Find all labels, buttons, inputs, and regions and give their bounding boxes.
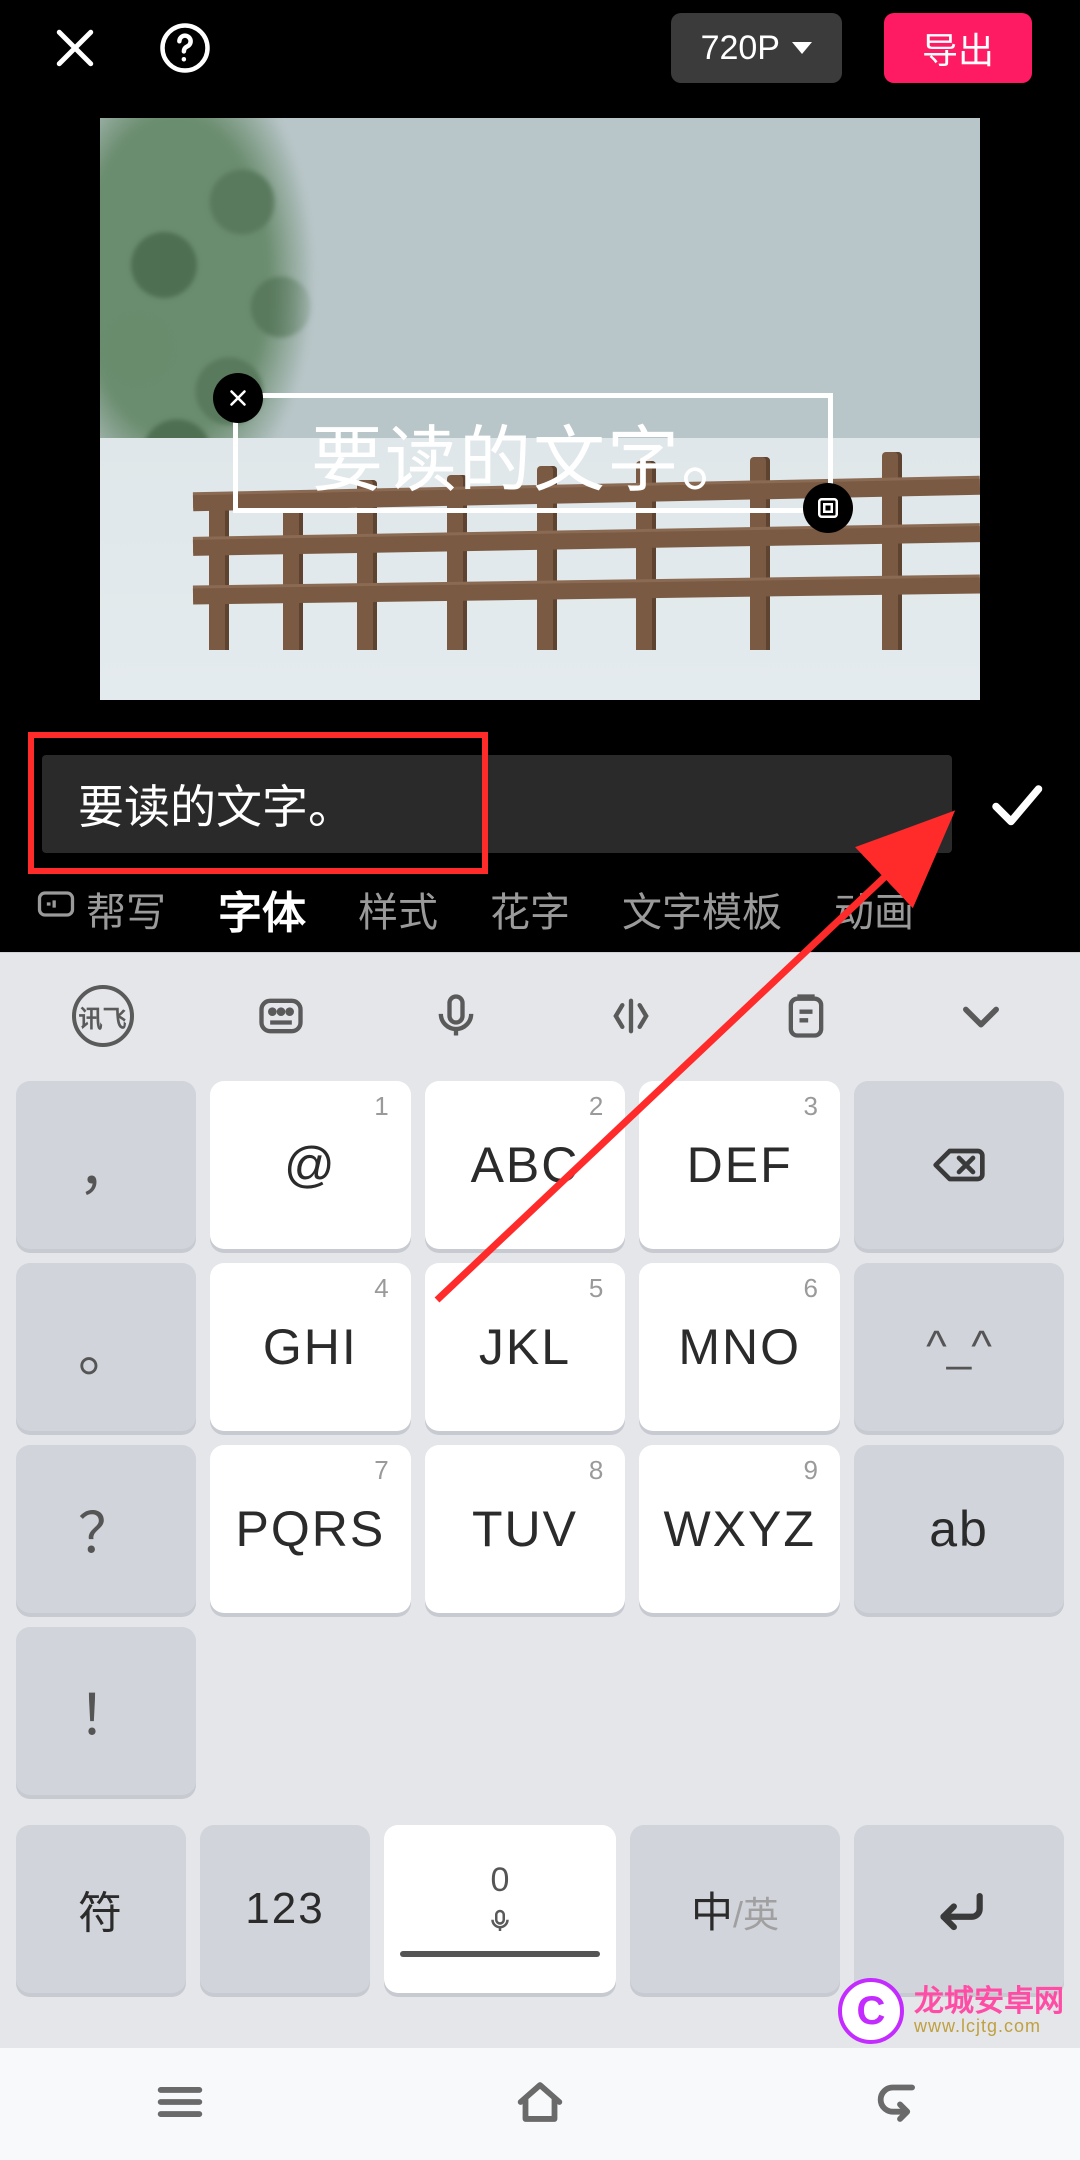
keyboard-collapse-icon[interactable] (953, 988, 1009, 1044)
microphone-icon[interactable] (428, 988, 484, 1044)
export-label: 导出 (922, 22, 994, 74)
key-enter[interactable] (854, 1825, 1064, 1993)
key-question[interactable]: ？ (16, 1445, 196, 1613)
key-numbers[interactable]: 123 (200, 1825, 370, 1993)
text-tabs: 帮写 字体 样式 花字 文字模板 动画 (0, 866, 1080, 952)
tab-label: 文字模板 (622, 880, 782, 938)
key-6-mno[interactable]: 6MNO (639, 1263, 840, 1431)
close-icon[interactable] (48, 21, 102, 75)
video-canvas[interactable]: 要读的文字。 (100, 118, 980, 700)
key-emoticon[interactable]: ^_^ (854, 1263, 1064, 1431)
watermark-line1: 龙城安卓网 (914, 1987, 1064, 2017)
key-ab-mode[interactable]: ab (854, 1445, 1064, 1613)
tab-label: 花字 (490, 880, 570, 938)
tab-label: 帮写 (86, 880, 166, 938)
tab-label: 样式 (358, 880, 438, 938)
text-input-row (0, 742, 1080, 866)
canvas-area: 要读的文字。 (0, 96, 1080, 700)
nav-recent-icon[interactable] (151, 2073, 209, 2136)
key-backspace[interactable] (854, 1081, 1064, 1249)
chevron-down-icon (792, 42, 812, 54)
keyboard-toolbar: 讯飞 (0, 961, 1080, 1071)
key-period[interactable]: 。 (16, 1263, 196, 1431)
key-language[interactable]: 中/英 (630, 1825, 840, 1993)
watermark-badge: C (838, 1978, 904, 2044)
export-button[interactable]: 导出 (884, 13, 1032, 83)
key-comma[interactable]: ， (16, 1081, 196, 1249)
clipboard-icon[interactable] (778, 988, 834, 1044)
confirm-check-icon[interactable] (986, 774, 1046, 834)
system-nav-bar (0, 2048, 1080, 2160)
cursor-move-icon[interactable] (603, 988, 659, 1044)
keyboard: 讯飞 ， 1@ 2ABC 3DEF (0, 952, 1080, 2048)
resolution-button[interactable]: 720P (671, 13, 842, 83)
key-3-def[interactable]: 3DEF (639, 1081, 840, 1249)
key-space[interactable]: 0 (384, 1825, 616, 1993)
tab-ai-write[interactable]: 帮写 (26, 876, 174, 942)
tab-animation[interactable]: 动画 (826, 876, 922, 942)
watermark: C 龙城安卓网 www.lcjtg.com (838, 1978, 1064, 2044)
key-2-abc[interactable]: 2ABC (425, 1081, 626, 1249)
tab-style[interactable]: 样式 (350, 876, 446, 942)
ai-write-icon (34, 882, 78, 936)
tab-label: 字体 (218, 877, 306, 941)
key-7-pqrs[interactable]: 7PQRS (210, 1445, 411, 1613)
nav-home-icon[interactable] (511, 2073, 569, 2136)
key-1-at[interactable]: 1@ (210, 1081, 411, 1249)
help-icon[interactable] (158, 21, 212, 75)
tab-fancy-text[interactable]: 花字 (482, 876, 578, 942)
text-caption-frame[interactable]: 要读的文字。 (233, 393, 833, 513)
key-8-tuv[interactable]: 8TUV (425, 1445, 626, 1613)
tab-font[interactable]: 字体 (210, 873, 314, 945)
top-bar: 720P 导出 (0, 0, 1080, 96)
watermark-line2: www.lcjtg.com (914, 2017, 1064, 2035)
tab-label: 动画 (834, 880, 914, 938)
caption-text: 要读的文字。 (311, 401, 755, 506)
key-4-ghi[interactable]: 4GHI (210, 1263, 411, 1431)
key-5-jkl[interactable]: 5JKL (425, 1263, 626, 1431)
tab-text-template[interactable]: 文字模板 (614, 876, 790, 942)
nav-back-icon[interactable] (871, 2073, 929, 2136)
caption-delete-handle[interactable] (213, 373, 263, 423)
mic-small-icon (485, 1906, 515, 1941)
resolution-label: 720P (701, 29, 780, 68)
key-9-wxyz[interactable]: 9WXYZ (639, 1445, 840, 1613)
ime-brand-icon[interactable]: 讯飞 (72, 985, 134, 1047)
key-symbols[interactable]: 符 (16, 1825, 186, 1993)
caption-text-input[interactable] (42, 755, 952, 853)
keyboard-layout-icon[interactable] (253, 988, 309, 1044)
caption-rotate-handle[interactable] (803, 483, 853, 533)
